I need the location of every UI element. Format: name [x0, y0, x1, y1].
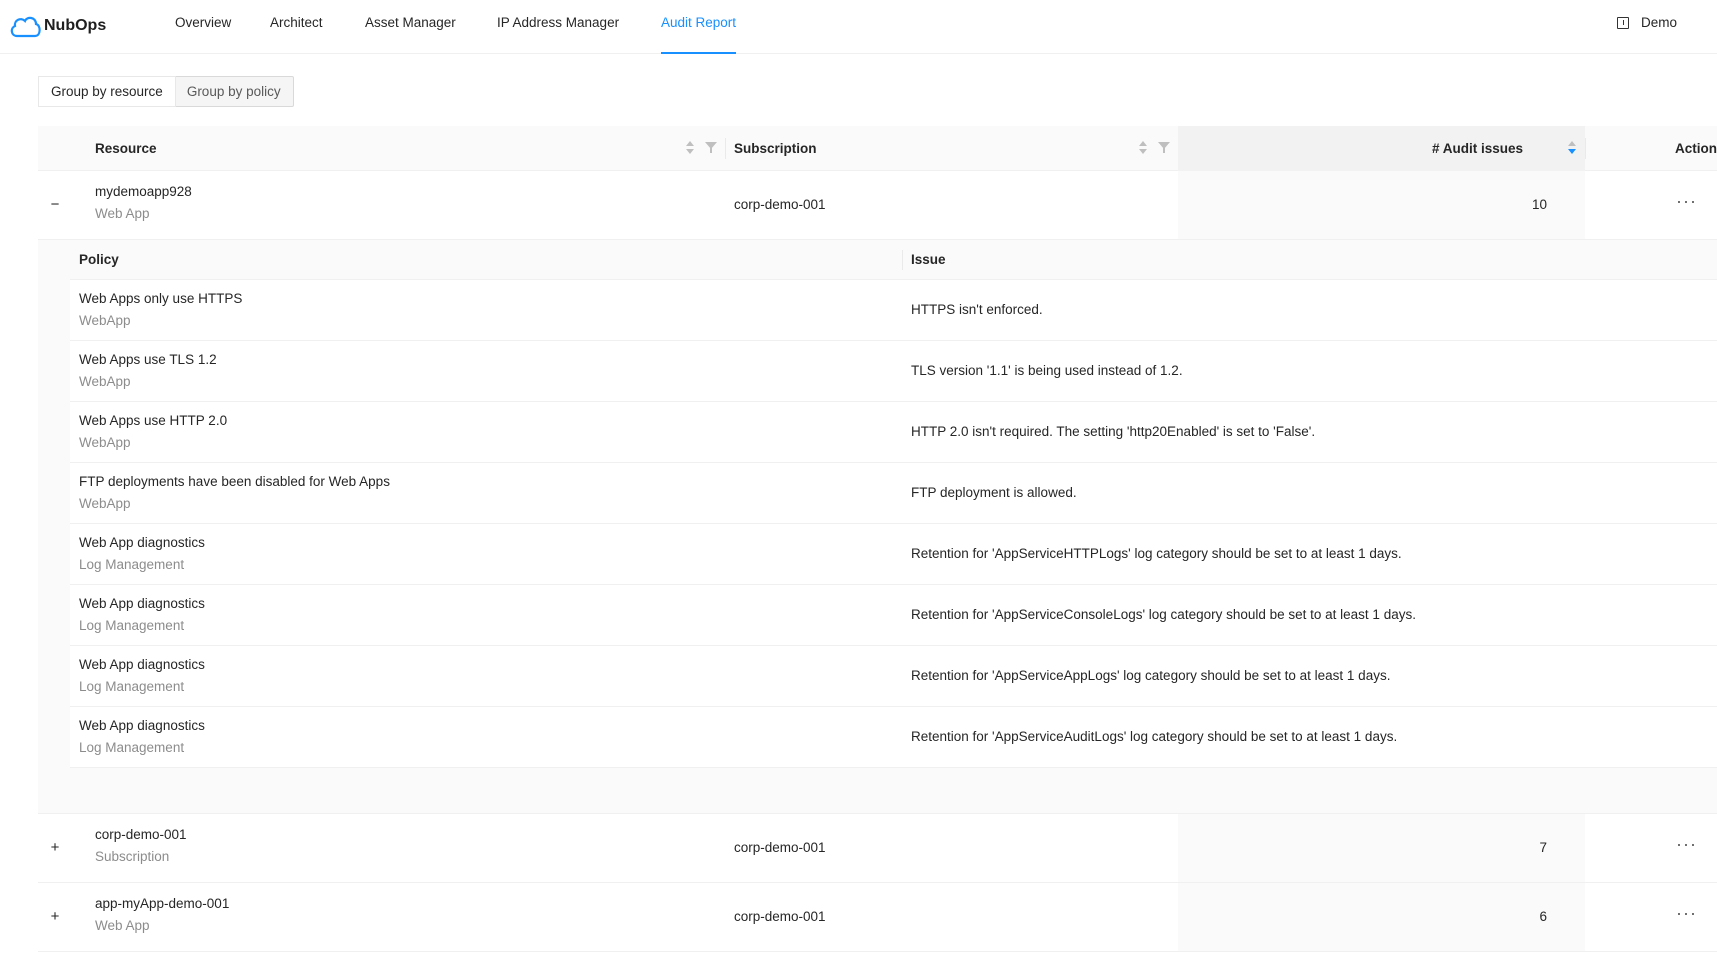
header-issue: Issue — [911, 252, 946, 267]
group-by-resource-button[interactable]: Group by resource — [39, 77, 175, 106]
policy-category: Log Management — [79, 679, 185, 694]
audit-issue-count: 7 — [1539, 840, 1547, 855]
group-by-policy-button[interactable]: Group by policy — [175, 77, 293, 106]
header-audit-issues[interactable]: # Audit issues — [1432, 126, 1523, 171]
policy-issue-row: Web Apps use TLS 1.2 WebApp TLS version … — [70, 341, 1717, 402]
sorted-column-cell-bg — [1178, 814, 1585, 882]
issue-text: Retention for 'AppServiceHTTPLogs' log c… — [911, 546, 1402, 561]
issue-text: HTTPS isn't enforced. — [911, 302, 1043, 317]
sorted-column-header-bg — [1178, 126, 1585, 171]
expand-row-button[interactable]: + — [48, 909, 62, 924]
issue-text: Retention for 'AppServiceAuditLogs' log … — [911, 729, 1398, 744]
nav-audit-report[interactable]: Audit Report — [661, 0, 737, 54]
collapse-row-button[interactable]: − — [48, 197, 62, 212]
issue-text: Retention for 'AppServiceAppLogs' log ca… — [911, 668, 1391, 683]
resource-name: mydemoapp928 — [95, 184, 192, 199]
policy-name: Web Apps use HTTP 2.0 — [79, 413, 228, 428]
header-resource[interactable]: Resource — [95, 126, 157, 171]
expanded-row-detail: Policy Issue Web Apps only use HTTPS Web… — [38, 240, 1717, 814]
sorted-column-cell-bg — [1178, 171, 1585, 239]
policy-issue-row: Web App diagnostics Log Management Reten… — [70, 524, 1717, 585]
nav-architect[interactable]: Architect — [270, 0, 323, 54]
policy-name: Web App diagnostics — [79, 657, 205, 672]
header-action: Action — [1675, 141, 1717, 156]
sorted-column-cell-bg — [1178, 883, 1585, 951]
expand-row-button[interactable]: + — [48, 840, 62, 855]
policy-issue-row: Web App diagnostics Log Management Reten… — [70, 585, 1717, 646]
policy-category: Log Management — [79, 740, 185, 755]
policy-category: WebApp — [79, 313, 131, 328]
column-divider — [725, 138, 726, 159]
table-row[interactable]: − mydemoapp928 Web App corp-demo-001 10 … — [38, 171, 1717, 240]
table-row[interactable]: + corp-demo-001 Subscription corp-demo-0… — [38, 814, 1717, 883]
subscription-cell: corp-demo-001 — [734, 197, 826, 212]
issue-text: FTP deployment is allowed. — [911, 485, 1077, 500]
resource-filter-icon[interactable] — [705, 142, 717, 153]
subscription-sort-icon[interactable] — [1139, 141, 1147, 155]
resource-name: corp-demo-001 — [95, 827, 187, 842]
column-divider — [902, 250, 903, 270]
more-actions-icon[interactable]: ··· — [1676, 191, 1697, 212]
audit-issue-count: 6 — [1539, 909, 1547, 924]
policy-name: Web App diagnostics — [79, 718, 205, 733]
policy-issue-row: Web Apps use HTTP 2.0 WebApp HTTP 2.0 is… — [70, 402, 1717, 463]
policy-issue-row: Web App diagnostics Log Management Reten… — [70, 707, 1717, 768]
nav-overview[interactable]: Overview — [175, 0, 231, 54]
table-header: Resource Subscription # Audit issues Act… — [38, 126, 1717, 171]
policy-category: WebApp — [79, 435, 131, 450]
subscription-cell: corp-demo-001 — [734, 840, 826, 855]
nav-ip-address-manager[interactable]: IP Address Manager — [497, 0, 619, 54]
user-name: Demo — [1640, 15, 1677, 30]
policy-issues-table: Policy Issue Web Apps only use HTTPS Web… — [70, 240, 1717, 768]
resource-sort-icon[interactable] — [686, 141, 694, 155]
table-row[interactable]: + app-myApp-demo-001 Web App corp-demo-0… — [38, 883, 1717, 952]
header-subscription[interactable]: Subscription — [734, 126, 817, 171]
more-actions-icon[interactable]: ··· — [1676, 834, 1697, 855]
audit-table: Resource Subscription # Audit issues Act… — [38, 126, 1717, 952]
policy-name: Web App diagnostics — [79, 535, 205, 550]
group-by-toggle: Group by resource Group by policy — [38, 76, 294, 107]
policy-name: FTP deployments have been disabled for W… — [79, 474, 390, 489]
cloud-icon — [10, 16, 41, 38]
more-actions-icon[interactable]: ··· — [1676, 903, 1697, 924]
policy-category: Log Management — [79, 557, 185, 572]
resource-type: Web App — [95, 206, 150, 221]
policy-category: WebApp — [79, 374, 131, 389]
policy-issue-row: Web App diagnostics Log Management Reten… — [70, 646, 1717, 707]
policy-category: Log Management — [79, 618, 185, 633]
policy-issue-row: FTP deployments have been disabled for W… — [70, 463, 1717, 524]
user-menu[interactable]: Demo — [1616, 0, 1677, 46]
resource-name: app-myApp-demo-001 — [95, 896, 230, 911]
subscription-cell: corp-demo-001 — [734, 909, 826, 924]
policy-name: Web Apps only use HTTPS — [79, 291, 243, 306]
subscription-filter-icon[interactable] — [1158, 142, 1170, 153]
issue-text: HTTP 2.0 isn't required. The setting 'ht… — [911, 424, 1316, 439]
policy-issue-row: Web Apps only use HTTPS WebApp HTTPS isn… — [70, 280, 1717, 341]
user-icon — [1616, 17, 1629, 29]
policy-category: WebApp — [79, 496, 131, 511]
top-navbar: NubOps Overview Architect Asset Manager … — [0, 0, 1717, 54]
issue-text: Retention for 'AppServiceConsoleLogs' lo… — [911, 607, 1416, 622]
nested-table-header: Policy Issue — [70, 240, 1717, 280]
header-policy: Policy — [79, 252, 119, 267]
policy-name: Web App diagnostics — [79, 596, 205, 611]
resource-type: Subscription — [95, 849, 170, 864]
policy-name: Web Apps use TLS 1.2 — [79, 352, 217, 367]
nav-asset-manager[interactable]: Asset Manager — [365, 0, 456, 54]
brand-name: NubOps — [44, 17, 107, 34]
audit-issue-count: 10 — [1531, 197, 1547, 212]
audit-issues-sort-icon[interactable] — [1568, 141, 1576, 155]
issue-text: TLS version '1.1' is being used instead … — [911, 363, 1183, 378]
brand-logo[interactable]: NubOps — [8, 12, 106, 40]
resource-type: Web App — [95, 918, 150, 933]
